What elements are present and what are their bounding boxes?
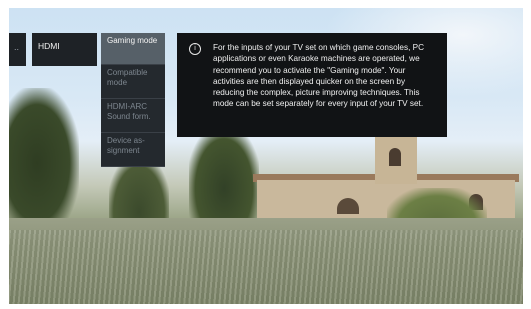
submenu-item-compatible-mode[interactable]: Compatible mode <box>101 65 165 99</box>
background-building-window <box>337 198 359 214</box>
background-grass <box>9 230 523 304</box>
background-tower-window <box>389 148 401 166</box>
menu-back-button[interactable]: .. <box>9 33 26 66</box>
submenu-item-label: Compatible mode <box>107 68 148 87</box>
submenu-item-device-assignment[interactable]: Device as-signment <box>101 133 165 167</box>
menu-item-hdmi[interactable]: HDMI <box>32 33 97 66</box>
hdmi-submenu: Gaming mode Compatible mode HDMI-ARC Sou… <box>101 33 165 167</box>
menu-back-label: .. <box>14 42 20 52</box>
submenu-item-label: Gaming mode <box>107 36 158 45</box>
info-text: For the inputs of your TV set on which g… <box>213 43 425 109</box>
submenu-item-label: Device as-signment <box>107 136 145 155</box>
submenu-item-gaming-mode[interactable]: Gaming mode <box>101 33 165 65</box>
menu-item-hdmi-label: HDMI <box>38 41 60 51</box>
info-icon: i <box>189 43 201 55</box>
info-panel: i For the inputs of your TV set on which… <box>177 33 447 137</box>
submenu-item-label: HDMI-ARC Sound form. <box>107 102 151 121</box>
screenshot-frame: .. HDMI Gaming mode Compatible mode HDMI… <box>0 0 531 309</box>
submenu-item-hdmi-arc-sound-format[interactable]: HDMI-ARC Sound form. <box>101 99 165 133</box>
background-tree <box>9 88 79 238</box>
